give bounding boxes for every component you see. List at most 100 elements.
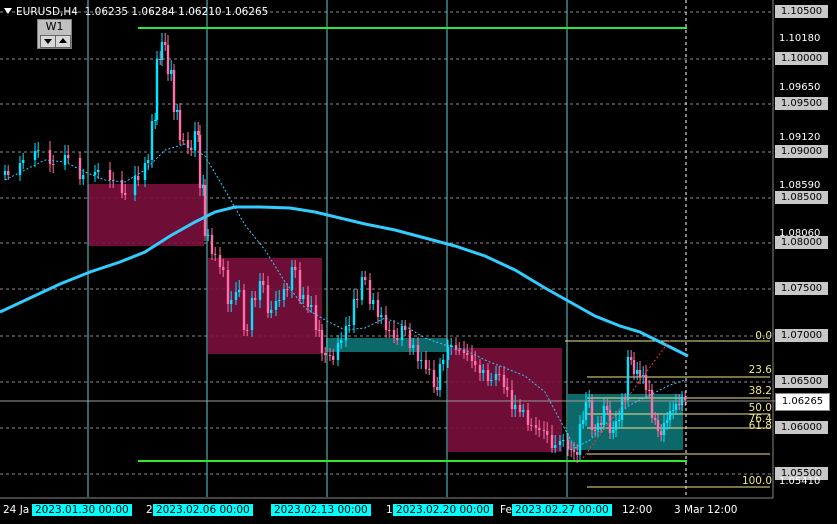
candle-bear xyxy=(388,330,391,331)
candle-bear xyxy=(408,330,412,348)
candle-bull xyxy=(558,441,562,445)
price-label: 1.08000 xyxy=(775,236,828,249)
candle-bear xyxy=(542,430,546,431)
candle-bull xyxy=(442,360,445,364)
candle-bull xyxy=(584,402,588,420)
candle-bear xyxy=(172,70,176,112)
candle-bear xyxy=(436,387,439,390)
candle-bull xyxy=(668,411,672,420)
candle-bull xyxy=(614,421,618,430)
candle-bear xyxy=(242,290,246,330)
candle-bull xyxy=(93,172,97,175)
candle-bear xyxy=(546,431,549,435)
candle-bear xyxy=(314,305,318,330)
candle-bull xyxy=(666,420,669,423)
candle-bull xyxy=(336,343,340,360)
fibo-level-label: 76.4 xyxy=(748,413,772,425)
candle-bear xyxy=(506,387,509,390)
candle-bear xyxy=(368,280,372,304)
candle-bear xyxy=(396,338,399,340)
candle-bull xyxy=(278,300,281,301)
candle-bear xyxy=(186,140,190,148)
candle-bull xyxy=(348,325,351,326)
arrow-up-icon[interactable] xyxy=(55,35,71,48)
arrow-down-icon[interactable] xyxy=(40,35,56,48)
candle-bear xyxy=(164,42,167,45)
candle-bull xyxy=(582,420,585,424)
candle-bear xyxy=(306,295,310,307)
candle-bull xyxy=(626,357,630,400)
candle-bear xyxy=(376,300,380,317)
price-label: 1.09000 xyxy=(775,145,828,158)
candle-bear xyxy=(654,418,657,420)
candle-bear xyxy=(534,425,538,428)
candle-bull xyxy=(602,406,606,425)
candle-bear xyxy=(266,285,270,313)
candle-bear xyxy=(678,404,681,405)
candle-bear xyxy=(470,355,474,361)
candle-bear xyxy=(474,361,477,365)
candle-bull xyxy=(155,59,159,120)
candle-bear xyxy=(458,350,461,351)
candle-bear xyxy=(286,289,289,290)
session-box-week-0220 xyxy=(448,348,562,452)
candle-bear xyxy=(254,298,257,300)
price-label: 1.08500 xyxy=(775,191,828,204)
candle-bull xyxy=(400,326,404,340)
candle-bull xyxy=(238,290,241,292)
candle-bull xyxy=(154,120,157,121)
candle-bear xyxy=(526,410,530,425)
candle-bull xyxy=(620,399,624,420)
time-tick-highlighted: 2023.01.30 00:00 xyxy=(32,504,132,516)
candle-bear xyxy=(518,405,522,412)
candle-bear xyxy=(294,267,297,270)
candle-bull xyxy=(207,235,210,236)
candle-bear xyxy=(424,360,428,369)
candle-bear xyxy=(324,353,327,355)
candle-bull xyxy=(352,299,356,325)
candle-bear xyxy=(650,390,654,418)
price-label: 1.06500 xyxy=(775,375,828,388)
candle-bear xyxy=(566,440,570,449)
symbol-timeframe: EURUSD,H4 xyxy=(16,6,78,18)
candle-bull xyxy=(662,423,666,435)
candle-bull xyxy=(612,430,615,433)
candle-bull xyxy=(22,160,25,163)
candle-bear xyxy=(416,345,420,361)
candle-bull xyxy=(63,155,67,165)
candle-bull xyxy=(143,163,147,180)
candle-bear xyxy=(606,406,609,410)
candle-bear xyxy=(262,281,265,285)
candle-bear xyxy=(684,397,687,400)
timeframe-widget[interactable]: W1 xyxy=(37,19,72,49)
price-label: 1.07000 xyxy=(775,329,828,342)
candle-bull xyxy=(147,160,150,163)
candle-bull xyxy=(258,281,262,300)
candle-bear xyxy=(530,425,533,426)
fibo-level-label: 100.0 xyxy=(741,475,772,487)
candle-bull xyxy=(18,163,22,175)
candle-bull xyxy=(340,340,343,343)
candle-bull xyxy=(412,345,415,348)
session-box-week-0206 xyxy=(208,258,322,354)
price-label: 1.06000 xyxy=(775,421,828,434)
candle-bull xyxy=(170,70,173,74)
candle-bull xyxy=(250,298,254,330)
candle-bull xyxy=(282,289,286,300)
time-tick: 24 Ja xyxy=(3,504,30,516)
candle-bear xyxy=(7,171,10,175)
time-tick: 12:00 xyxy=(622,504,653,516)
candle-bear xyxy=(594,430,597,431)
candle-bear xyxy=(67,155,70,158)
candle-bull xyxy=(420,360,423,361)
candle-bull xyxy=(618,420,621,421)
candle-bear xyxy=(78,158,82,179)
price-chart[interactable] xyxy=(0,0,837,524)
candle-bear xyxy=(656,420,660,431)
candle-bear xyxy=(428,369,431,370)
price-tick: 1.05410 xyxy=(779,476,821,487)
candle-bear xyxy=(108,170,112,180)
time-tick: 1 xyxy=(386,504,393,516)
candle-bear xyxy=(226,270,230,304)
collapse-triangle-icon[interactable] xyxy=(4,8,12,14)
